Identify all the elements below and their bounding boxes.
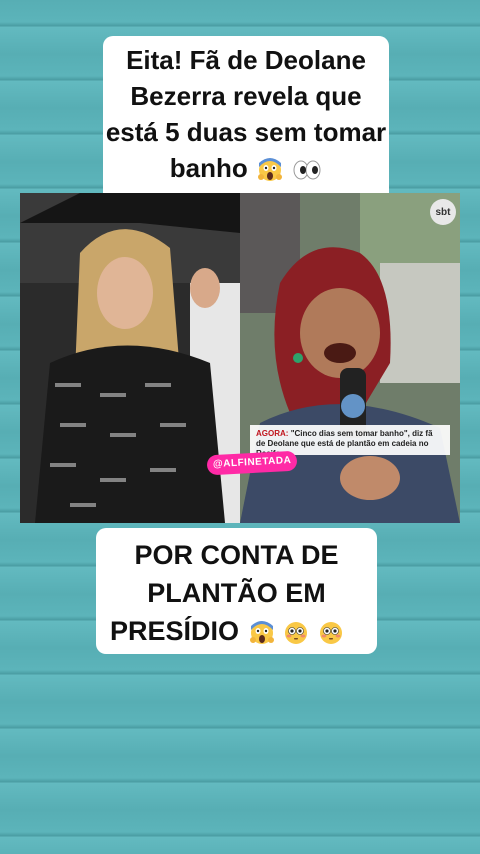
- top-caption-line-1: Eita! Fã de Deolane: [126, 45, 366, 75]
- bottom-caption-line-3: PRESÍDIO: [110, 612, 377, 650]
- bottom-caption: POR CONTA DE PLANTÃO EM PRESÍDIO: [96, 528, 377, 654]
- photo-right-fan-interview: [240, 193, 460, 523]
- top-caption: Eita! Fã de Deolane Bezerra revela que e…: [103, 36, 389, 213]
- eyes-icon: [293, 160, 321, 180]
- photo-left-image: [20, 193, 240, 523]
- news-photo-collage: sbt AGORA: "Cinco dias sem tomar banho",…: [20, 193, 460, 523]
- photo-left-woman-in-car: [20, 193, 240, 523]
- top-caption-line-4-text: banho: [169, 153, 248, 183]
- flushed-face-icon: [319, 621, 342, 644]
- top-caption-line-2: Bezerra revela que: [130, 81, 362, 111]
- bottom-caption-line-3-text: PRESÍDIO: [110, 616, 240, 646]
- news-ticker-tag: AGORA:: [256, 429, 289, 438]
- screaming-face-icon: [258, 158, 282, 182]
- top-caption-line-3: está 5 duas sem tomar: [105, 117, 387, 147]
- bottom-caption-line-1: POR CONTA DE: [134, 540, 339, 570]
- bottom-caption-line-2: PLANTÃO EM: [147, 578, 326, 608]
- sbt-logo: sbt: [430, 199, 456, 225]
- flushed-face-icon: [285, 621, 308, 644]
- top-caption-line-4: banho: [103, 150, 389, 186]
- photo-right-image: [240, 193, 460, 523]
- screaming-face-icon: [249, 620, 274, 644]
